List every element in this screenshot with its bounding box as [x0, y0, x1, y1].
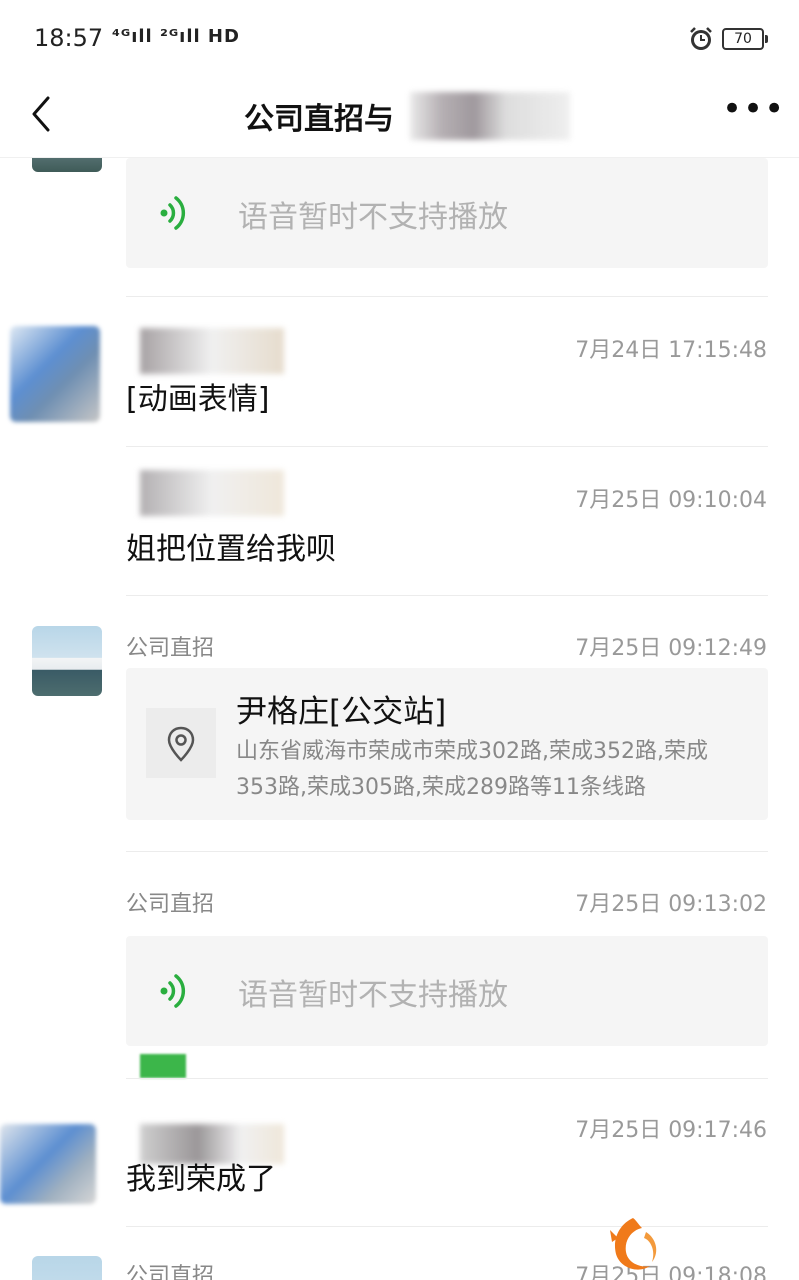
location-title: 尹格庄[公交站]: [236, 694, 447, 730]
message-time: 7月25日 09:12:49: [575, 636, 767, 661]
chat-header: 公司直招与 •••: [0, 80, 799, 158]
location-address: 山东省威海市荣成市荣成302路,荣成352路,荣成353路,荣成305路,荣成2…: [236, 739, 708, 800]
location-thumbnail: [146, 708, 216, 778]
chevron-left-icon[interactable]: [26, 92, 66, 136]
redacted-contact-name: [410, 92, 570, 140]
sender-name: 公司直招: [126, 1264, 215, 1280]
signal-indicator: ⁴ᴳıll ²ᴳıll HD: [112, 26, 240, 47]
voice-placeholder-text: 语音暂时不支持播放: [238, 978, 508, 1013]
redacted-sender-name: [140, 470, 284, 516]
more-icon[interactable]: •••: [722, 92, 784, 134]
voice-wave-icon: [160, 974, 186, 1008]
divider: [126, 1078, 768, 1079]
avatar[interactable]: [0, 1124, 96, 1204]
message-text: [动画表情]: [126, 382, 270, 417]
page-title: 公司直招与: [244, 102, 394, 137]
chat-history[interactable]: 语音暂时不支持播放 7月24日 17:15:48 [动画表情] 7月25日 09…: [0, 158, 799, 1280]
sender-name: 公司直招: [126, 892, 215, 917]
location-pin-icon: [167, 726, 195, 762]
divider: [126, 1226, 768, 1227]
redacted-sender-name: [140, 328, 284, 374]
avatar[interactable]: [32, 158, 102, 172]
status-bar: 18:57 ⁴ᴳıll ²ᴳıll HD 70: [0, 0, 799, 80]
voice-message[interactable]: 语音暂时不支持播放: [126, 158, 768, 268]
message-time: 7月25日 09:10:04: [575, 488, 767, 513]
message-text: 姐把位置给我呗: [126, 532, 336, 567]
message-text: 我到荣成了: [126, 1162, 276, 1197]
voice-wave-icon: [160, 196, 186, 230]
sender-name: 公司直招: [126, 636, 215, 661]
redaction-patch: [140, 1054, 186, 1078]
message-time: 7月25日 09:13:02: [575, 892, 767, 917]
voice-message[interactable]: 语音暂时不支持播放: [126, 936, 768, 1046]
message-time: 7月24日 17:15:48: [575, 338, 767, 363]
fox-logo-icon: [610, 1218, 657, 1270]
message-time: 7月25日 09:17:46: [575, 1118, 767, 1143]
divider: [126, 446, 768, 447]
battery-indicator: 70: [722, 28, 768, 50]
location-card[interactable]: 尹格庄[公交站] 山东省威海市荣成市荣成302路,荣成352路,荣成353路,荣…: [126, 668, 768, 820]
divider: [126, 595, 768, 596]
alarm-clock-icon: [690, 27, 712, 50]
avatar[interactable]: [32, 1256, 102, 1280]
divider: [126, 851, 768, 852]
avatar[interactable]: [10, 326, 100, 422]
divider: [126, 296, 768, 297]
voice-placeholder-text: 语音暂时不支持播放: [238, 200, 508, 235]
status-time: 18:57: [34, 24, 104, 52]
avatar[interactable]: [32, 626, 102, 696]
